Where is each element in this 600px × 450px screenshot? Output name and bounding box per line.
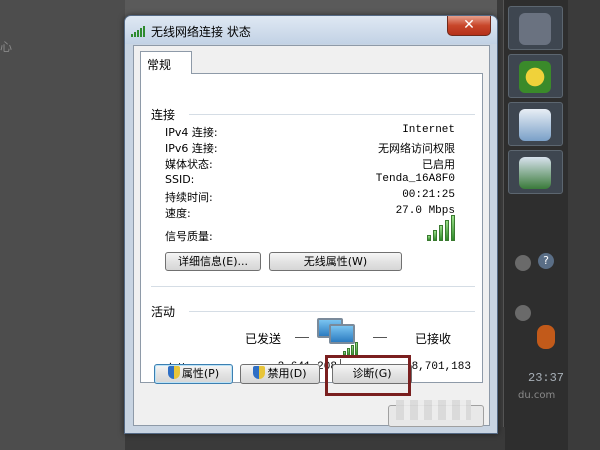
- signal-bar: [451, 215, 455, 241]
- signal-strength-icon: [427, 215, 457, 241]
- game-icon: [519, 61, 551, 93]
- signal-bar: [439, 225, 443, 241]
- network-icon: [519, 157, 551, 189]
- received-label: 已接收: [415, 332, 452, 346]
- side-app-button-2[interactable]: [508, 54, 563, 98]
- desktop-background-left: [0, 0, 125, 450]
- highlight-box: [325, 355, 411, 396]
- tray-help-icon[interactable]: ?: [538, 253, 554, 269]
- signal-bar: [427, 235, 431, 241]
- duration-value: 00:21:25: [402, 189, 455, 201]
- properties-label: 属性(P): [181, 367, 220, 380]
- disable-button[interactable]: 禁用(D): [240, 364, 320, 384]
- ssid-value: Tenda_16A8F0: [375, 173, 455, 185]
- ipv6-value: 无网络访问权限: [378, 142, 455, 155]
- activity-heading: 活动: [151, 305, 176, 319]
- ssid-label: SSID:: [165, 173, 195, 186]
- uac-shield-icon: [253, 366, 266, 379]
- uac-shield-icon: [167, 366, 180, 379]
- wireless-properties-button[interactable]: 无线属性(W): [269, 252, 402, 271]
- title-bar[interactable]: 无线网络连接 状态 ✕: [125, 16, 497, 44]
- pixelated-watermark: [396, 400, 471, 420]
- media-state-label: 媒体状态:: [165, 158, 213, 171]
- close-button[interactable]: ✕: [447, 16, 491, 36]
- tray-network-icon[interactable]: [515, 255, 531, 271]
- media-state-value: 已启用: [422, 158, 455, 171]
- settings-icon: [519, 109, 551, 141]
- app-icon: [519, 13, 551, 45]
- section-divider: [189, 114, 475, 115]
- tray-warning-icon[interactable]: [537, 325, 555, 349]
- side-app-button-3[interactable]: [508, 102, 563, 146]
- window-title: 无线网络连接 状态: [151, 25, 251, 39]
- dialog-client-area: 常规 连接 IPv4 连接: Internet IPv6 连接: 无网络访问权限…: [133, 45, 490, 426]
- sent-dash: [295, 337, 309, 338]
- sent-label: 已发送: [245, 332, 282, 346]
- side-app-button-1[interactable]: [508, 6, 563, 50]
- received-dash: [373, 337, 387, 338]
- ipv4-label: IPv4 连接:: [165, 126, 218, 139]
- connection-heading: 连接: [151, 108, 176, 122]
- signal-quality-label: 信号质量:: [165, 230, 213, 243]
- tab-page: 连接 IPv4 连接: Internet IPv6 连接: 无网络访问权限 媒体…: [140, 73, 483, 383]
- tab-general[interactable]: 常规: [140, 51, 192, 74]
- details-button[interactable]: 详细信息(E)...: [165, 252, 261, 271]
- tray-clock: 23:37: [528, 371, 565, 385]
- speed-label: 速度:: [165, 207, 191, 220]
- properties-button[interactable]: 属性(P): [154, 364, 233, 384]
- disable-label: 禁用(D): [267, 367, 307, 380]
- duration-label: 持续时间:: [165, 191, 213, 204]
- watermark-url: du.com: [518, 390, 556, 401]
- side-app-button-4[interactable]: [508, 150, 563, 194]
- signal-bar: [433, 230, 437, 241]
- network-status-window: 无线网络连接 状态 ✕ 常规 连接 IPv4 连接: Internet IPv6…: [124, 15, 498, 434]
- tray-flag-icon[interactable]: [515, 305, 531, 321]
- signal-icon: [131, 25, 145, 37]
- ipv6-label: IPv6 连接:: [165, 142, 218, 155]
- background-text: 心: [0, 40, 13, 54]
- ipv4-value: Internet: [402, 124, 455, 136]
- signal-bar: [445, 220, 449, 241]
- section-divider: [151, 286, 475, 287]
- connection-signal-icon: [343, 340, 363, 356]
